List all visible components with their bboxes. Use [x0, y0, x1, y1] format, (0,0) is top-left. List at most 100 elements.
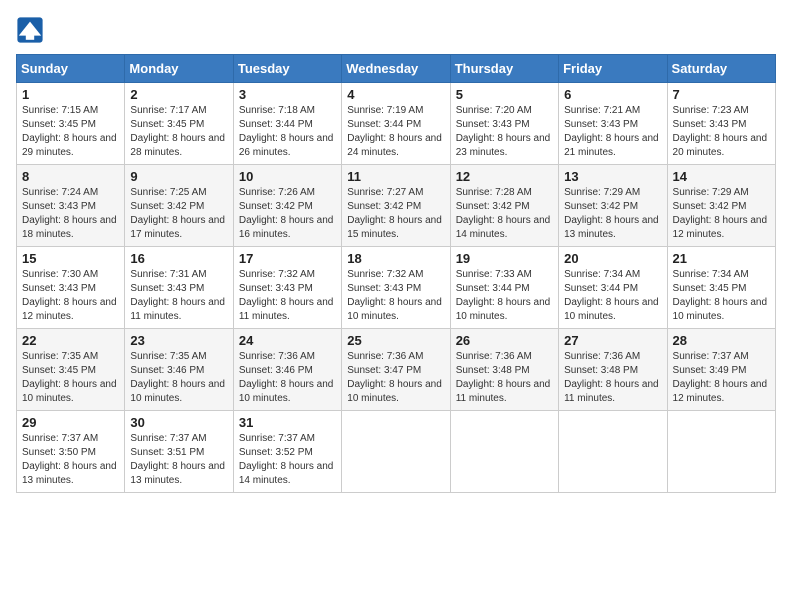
- calendar-day-cell: 14Sunrise: 7:29 AMSunset: 3:42 PMDayligh…: [667, 165, 775, 247]
- calendar-day-cell: 28 Sunrise: 7:37 AMSunset: 3:49 PMDayligh…: [667, 329, 775, 411]
- calendar-day-cell: 1 Sunrise: 7:15 AMSunset: 3:45 PMDaylight…: [17, 83, 125, 165]
- day-info: Sunrise: 7:19 AMSunset: 3:44 PMDaylight:…: [347, 104, 444, 160]
- day-number: 26: [456, 333, 553, 348]
- day-number: 27: [564, 333, 661, 348]
- calendar-week-row: 29 Sunrise: 7:37 AMSunset: 3:50 PMDayligh…: [17, 411, 776, 493]
- day-info: Sunrise: 7:35 AMSunset: 3:45 PMDaylight:…: [22, 350, 119, 406]
- day-of-week-header: Sunday: [17, 55, 125, 83]
- day-number: 7: [673, 87, 770, 102]
- day-number: 13: [564, 169, 661, 184]
- day-number: 14: [673, 169, 770, 184]
- day-number: 4: [347, 87, 444, 102]
- day-info: Sunrise: 7:17 AMSunset: 3:45 PMDaylight:…: [130, 104, 227, 160]
- day-info: Sunrise: 7:35 AMSunset: 3:46 PMDaylight:…: [130, 350, 227, 406]
- day-number: 25: [347, 333, 444, 348]
- day-number: 30: [130, 415, 227, 430]
- calendar-day-cell: 10 Sunrise: 7:26 AMSunset: 3:42 PMDayligh…: [233, 165, 341, 247]
- day-info: Sunrise: 7:20 AMSunset: 3:43 PMDaylight:…: [456, 104, 553, 160]
- calendar-week-row: 22Sunrise: 7:35 AMSunset: 3:45 PMDayligh…: [17, 329, 776, 411]
- day-of-week-header: Saturday: [667, 55, 775, 83]
- logo-icon: [16, 16, 44, 44]
- calendar-day-cell: 3Sunrise: 7:18 AMSunset: 3:44 PMDaylight…: [233, 83, 341, 165]
- day-of-week-header: Thursday: [450, 55, 558, 83]
- day-info: Sunrise: 7:34 AMSunset: 3:44 PMDaylight:…: [564, 268, 661, 324]
- calendar-day-cell: 31Sunrise: 7:37 AMSunset: 3:52 PMDayligh…: [233, 411, 341, 493]
- page-header: [16, 16, 776, 44]
- day-number: 19: [456, 251, 553, 266]
- day-number: 3: [239, 87, 336, 102]
- day-info: Sunrise: 7:26 AMSunset: 3:42 PMDaylight:…: [239, 186, 336, 242]
- day-number: 12: [456, 169, 553, 184]
- calendar-day-cell: 11 Sunrise: 7:27 AMSunset: 3:42 PMDayligh…: [342, 165, 450, 247]
- calendar-header-row: SundayMondayTuesdayWednesdayThursdayFrid…: [17, 55, 776, 83]
- calendar-day-cell: 16 Sunrise: 7:31 AMSunset: 3:43 PMDayligh…: [125, 247, 233, 329]
- calendar-day-cell: 17 Sunrise: 7:32 AMSunset: 3:43 PMDayligh…: [233, 247, 341, 329]
- calendar-day-cell: 26 Sunrise: 7:36 AMSunset: 3:48 PMDayligh…: [450, 329, 558, 411]
- calendar-day-cell: 8 Sunrise: 7:24 AMSunset: 3:43 PMDaylight…: [17, 165, 125, 247]
- calendar-day-cell: 4 Sunrise: 7:19 AMSunset: 3:44 PMDaylight…: [342, 83, 450, 165]
- calendar-day-cell: 7 Sunrise: 7:23 AMSunset: 3:43 PMDaylight…: [667, 83, 775, 165]
- calendar-week-row: 8 Sunrise: 7:24 AMSunset: 3:43 PMDaylight…: [17, 165, 776, 247]
- day-info: Sunrise: 7:24 AMSunset: 3:43 PMDaylight:…: [22, 186, 119, 242]
- day-number: 18: [347, 251, 444, 266]
- day-info: Sunrise: 7:36 AMSunset: 3:48 PMDaylight:…: [564, 350, 661, 406]
- day-number: 10: [239, 169, 336, 184]
- calendar-day-cell: 18 Sunrise: 7:32 AMSunset: 3:43 PMDayligh…: [342, 247, 450, 329]
- calendar-day-cell: 9 Sunrise: 7:25 AMSunset: 3:42 PMDaylight…: [125, 165, 233, 247]
- day-number: 2: [130, 87, 227, 102]
- day-number: 24: [239, 333, 336, 348]
- day-number: 6: [564, 87, 661, 102]
- day-info: Sunrise: 7:21 AMSunset: 3:43 PMDaylight:…: [564, 104, 661, 160]
- day-number: 28: [673, 333, 770, 348]
- day-of-week-header: Friday: [559, 55, 667, 83]
- day-info: Sunrise: 7:36 AMSunset: 3:48 PMDaylight:…: [456, 350, 553, 406]
- calendar-day-cell: 27 Sunrise: 7:36 AMSunset: 3:48 PMDayligh…: [559, 329, 667, 411]
- day-info: Sunrise: 7:37 AMSunset: 3:49 PMDaylight:…: [673, 350, 770, 406]
- calendar-day-cell: 20 Sunrise: 7:34 AMSunset: 3:44 PMDayligh…: [559, 247, 667, 329]
- calendar-day-cell: 23 Sunrise: 7:35 AMSunset: 3:46 PMDayligh…: [125, 329, 233, 411]
- calendar-day-cell: 6 Sunrise: 7:21 AMSunset: 3:43 PMDaylight…: [559, 83, 667, 165]
- calendar-day-cell: 22Sunrise: 7:35 AMSunset: 3:45 PMDayligh…: [17, 329, 125, 411]
- day-number: 23: [130, 333, 227, 348]
- calendar-day-cell: 21 Sunrise: 7:34 AMSunset: 3:45 PMDayligh…: [667, 247, 775, 329]
- calendar-week-row: 1 Sunrise: 7:15 AMSunset: 3:45 PMDaylight…: [17, 83, 776, 165]
- day-info: Sunrise: 7:32 AMSunset: 3:43 PMDaylight:…: [239, 268, 336, 324]
- day-number: 20: [564, 251, 661, 266]
- day-info: Sunrise: 7:37 AMSunset: 3:51 PMDaylight:…: [130, 432, 227, 488]
- day-number: 15: [22, 251, 119, 266]
- day-number: 9: [130, 169, 227, 184]
- day-number: 1: [22, 87, 119, 102]
- day-number: 11: [347, 169, 444, 184]
- calendar-day-cell: [342, 411, 450, 493]
- day-info: Sunrise: 7:31 AMSunset: 3:43 PMDaylight:…: [130, 268, 227, 324]
- day-info: Sunrise: 7:37 AMSunset: 3:50 PMDaylight:…: [22, 432, 119, 488]
- day-info: Sunrise: 7:30 AMSunset: 3:43 PMDaylight:…: [22, 268, 119, 324]
- day-info: Sunrise: 7:25 AMSunset: 3:42 PMDaylight:…: [130, 186, 227, 242]
- calendar-table: SundayMondayTuesdayWednesdayThursdayFrid…: [16, 54, 776, 493]
- day-info: Sunrise: 7:34 AMSunset: 3:45 PMDaylight:…: [673, 268, 770, 324]
- calendar-day-cell: 24 Sunrise: 7:36 AMSunset: 3:46 PMDayligh…: [233, 329, 341, 411]
- day-info: Sunrise: 7:36 AMSunset: 3:46 PMDaylight:…: [239, 350, 336, 406]
- calendar-week-row: 15 Sunrise: 7:30 AMSunset: 3:43 PMDayligh…: [17, 247, 776, 329]
- day-info: Sunrise: 7:27 AMSunset: 3:42 PMDaylight:…: [347, 186, 444, 242]
- day-number: 8: [22, 169, 119, 184]
- calendar-day-cell: [667, 411, 775, 493]
- day-info: Sunrise: 7:15 AMSunset: 3:45 PMDaylight:…: [22, 104, 119, 160]
- day-info: Sunrise: 7:28 AMSunset: 3:42 PMDaylight:…: [456, 186, 553, 242]
- day-number: 21: [673, 251, 770, 266]
- day-info: Sunrise: 7:23 AMSunset: 3:43 PMDaylight:…: [673, 104, 770, 160]
- day-of-week-header: Wednesday: [342, 55, 450, 83]
- day-number: 29: [22, 415, 119, 430]
- calendar-day-cell: 2 Sunrise: 7:17 AMSunset: 3:45 PMDaylight…: [125, 83, 233, 165]
- day-info: Sunrise: 7:33 AMSunset: 3:44 PMDaylight:…: [456, 268, 553, 324]
- day-of-week-header: Monday: [125, 55, 233, 83]
- calendar-day-cell: 13Sunrise: 7:29 AMSunset: 3:42 PMDayligh…: [559, 165, 667, 247]
- calendar-day-cell: 30 Sunrise: 7:37 AMSunset: 3:51 PMDayligh…: [125, 411, 233, 493]
- day-number: 5: [456, 87, 553, 102]
- calendar-day-cell: 5 Sunrise: 7:20 AMSunset: 3:43 PMDaylight…: [450, 83, 558, 165]
- day-number: 16: [130, 251, 227, 266]
- calendar-day-cell: 29 Sunrise: 7:37 AMSunset: 3:50 PMDayligh…: [17, 411, 125, 493]
- day-info: Sunrise: 7:32 AMSunset: 3:43 PMDaylight:…: [347, 268, 444, 324]
- day-number: 17: [239, 251, 336, 266]
- day-info: Sunrise: 7:36 AMSunset: 3:47 PMDaylight:…: [347, 350, 444, 406]
